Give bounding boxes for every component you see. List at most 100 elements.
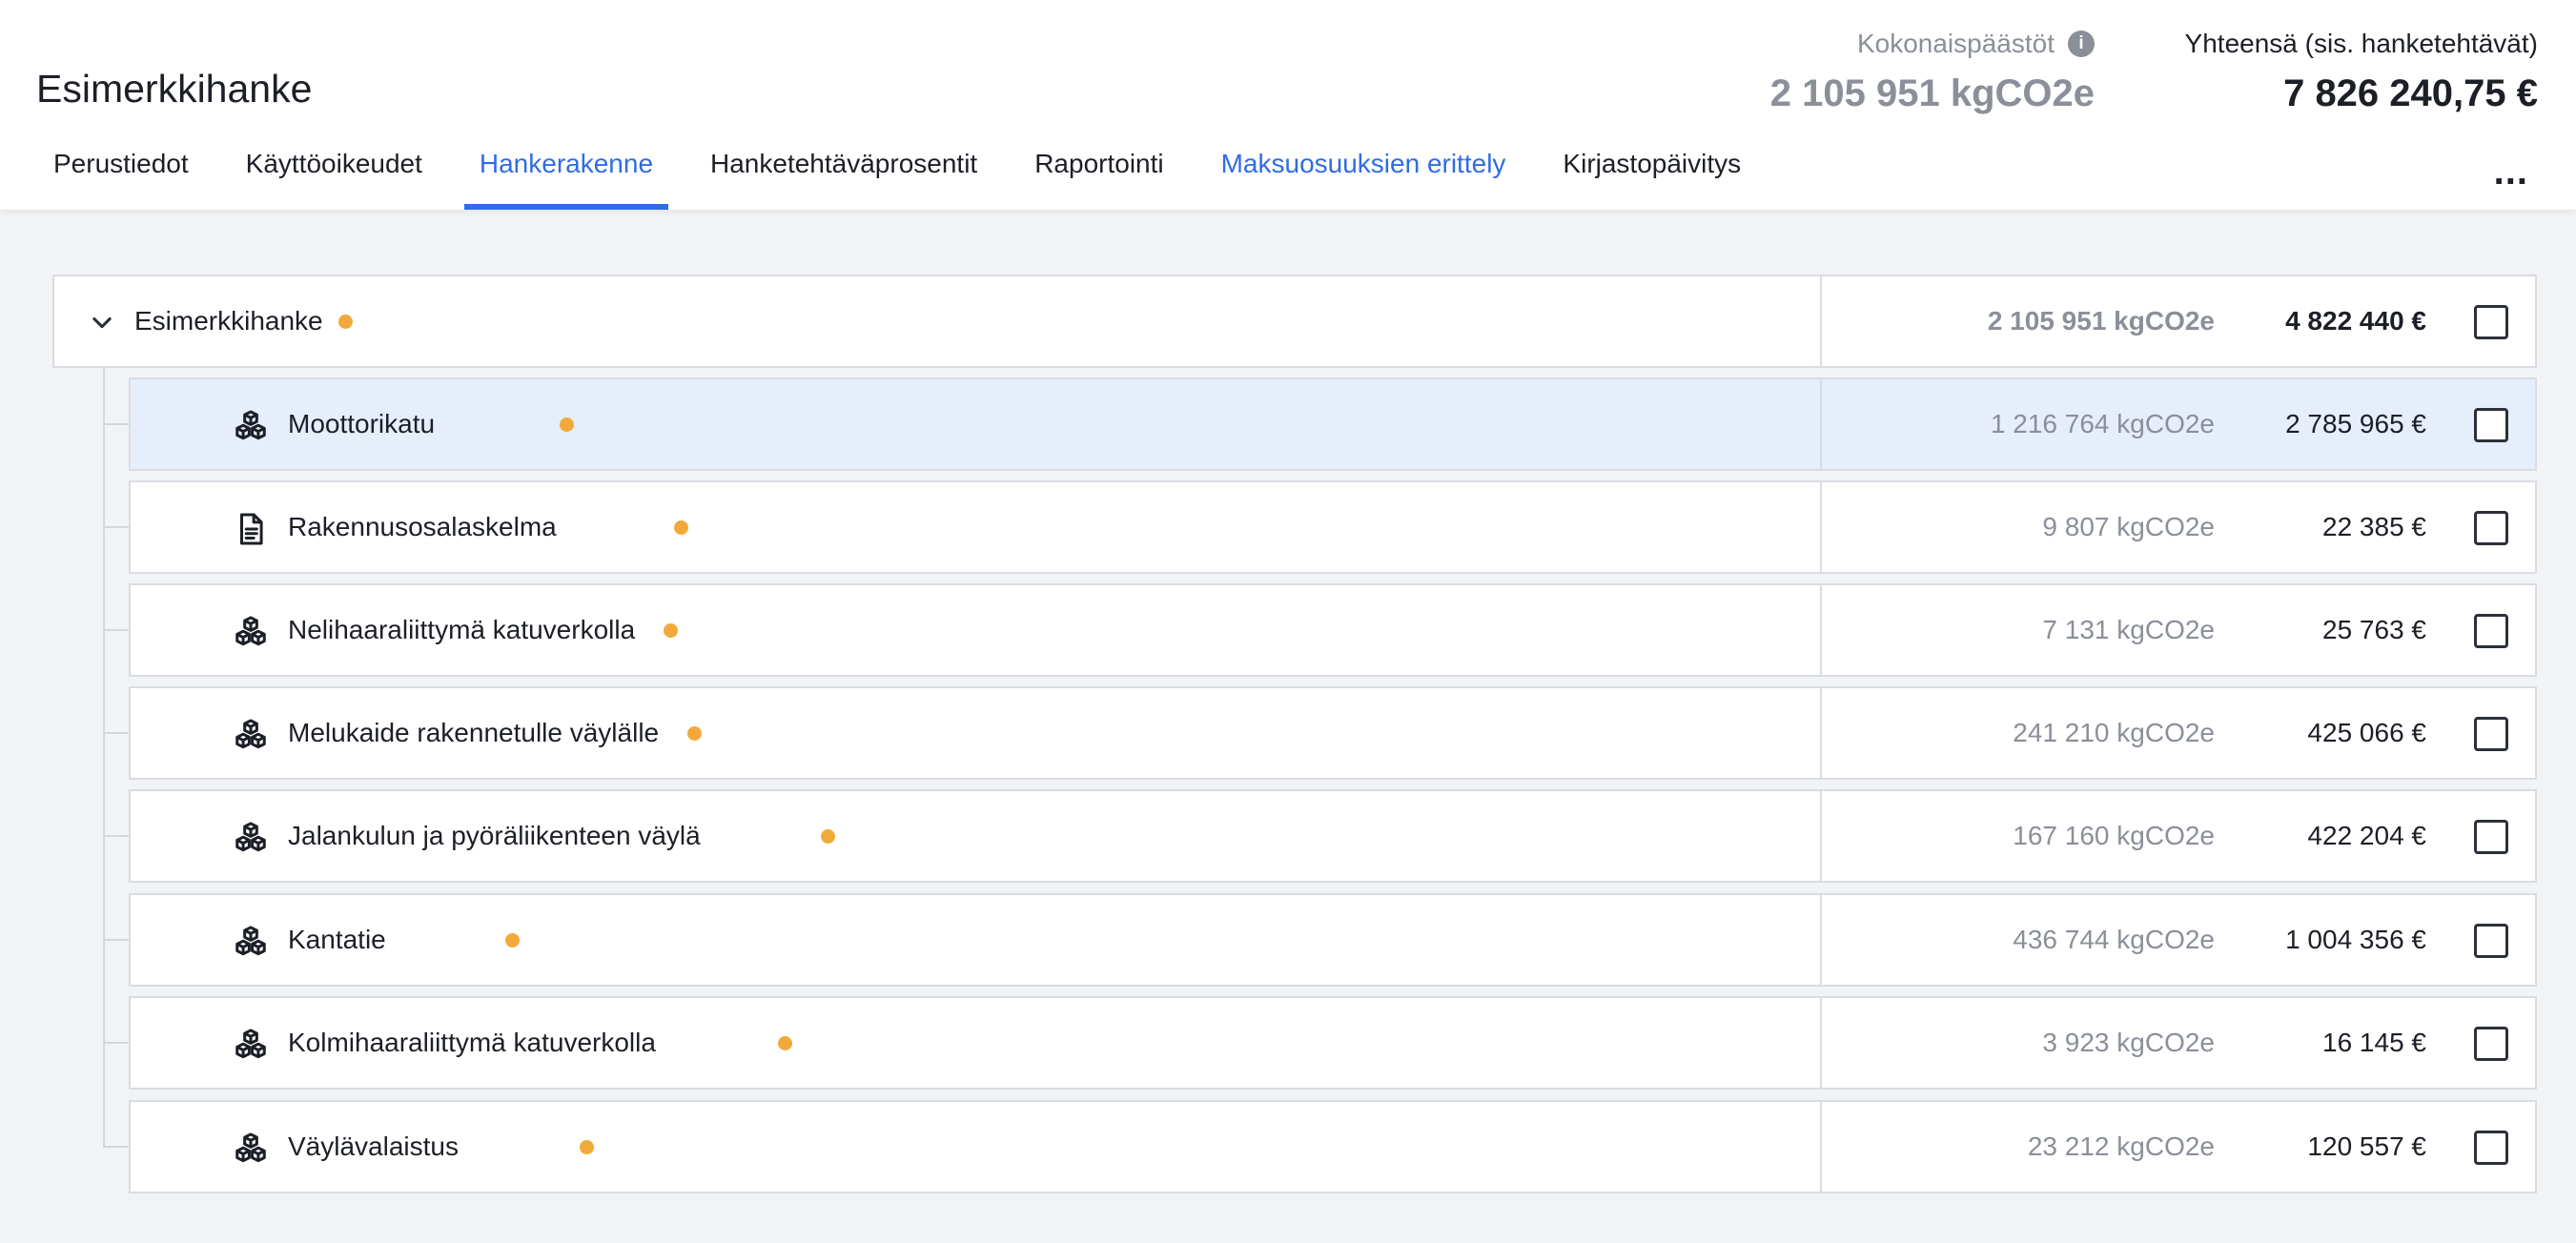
info-icon[interactable]: i xyxy=(2068,31,2095,57)
cubes-icon xyxy=(235,926,266,956)
tree-item-name-wrap: Nelihaaraliittymä katuverkolla xyxy=(288,615,679,645)
tree-item-nelihaaraliittyma[interactable]: Nelihaaraliittymä katuverkolla 7 131 kgC… xyxy=(129,583,2537,677)
tree-root-row[interactable]: Esimerkkihanke 2 105 951 kgCO2e 4 822 44… xyxy=(52,275,2537,368)
row-checkbox[interactable] xyxy=(2474,305,2508,339)
status-dot xyxy=(687,725,703,741)
cubes-icon xyxy=(235,410,266,440)
tab-maksuosuuksien-erittely[interactable]: Maksuosuuksien erittely xyxy=(1206,133,1522,210)
tab-raportointi[interactable]: Raportointi xyxy=(1019,133,1178,210)
tree-item-vaylavalaistus[interactable]: Väylävalaistus 23 212 kgCO2e 120 557 € xyxy=(129,1100,2537,1193)
row-cost: 2 785 965 € xyxy=(2285,409,2426,438)
tree-item-name: Melukaide rakennetulle väylälle xyxy=(288,718,660,747)
tree-connector xyxy=(103,526,129,528)
cubes-icon xyxy=(235,822,266,852)
tree-item-name: Väylävalaistus xyxy=(288,1131,459,1161)
tree-item-name: Rakennusosalaskelma xyxy=(288,512,557,541)
tree-connector xyxy=(103,939,129,941)
more-options-button[interactable]: ... xyxy=(2494,153,2528,191)
page-title: Esimerkkihanke xyxy=(36,67,313,111)
tree-item-name: Nelihaaraliittymä katuverkolla xyxy=(288,615,636,644)
total-cost-label: Yhteensä (sis. hanketehtävät) xyxy=(2184,29,2538,58)
tree-item-moottorikatu[interactable]: Moottorikatu 1 216 764 kgCO2e 2 785 965 … xyxy=(129,377,2537,471)
tree-item-rakennusosalaskelma[interactable]: Rakennusosalaskelma 9 807 kgCO2e 22 385 … xyxy=(129,480,2537,574)
tree-root-name: Esimerkkihanke xyxy=(134,306,323,336)
total-emissions-summary: Kokonaispäästöt i 2 105 951 kgCO2e xyxy=(1770,29,2095,115)
tab-bar: Perustiedot Käyttöoikeudet Hankerakenne … xyxy=(38,133,1783,210)
row-emissions: 7 131 kgCO2e xyxy=(2042,615,2215,644)
row-cost: 1 004 356 € xyxy=(2285,925,2426,954)
row-emissions: 3 923 kgCO2e xyxy=(2042,1028,2215,1057)
tree-item-kolmihaaraliittyma[interactable]: Kolmihaaraliittymä katuverkolla 3 923 kg… xyxy=(129,996,2537,1090)
column-divider xyxy=(1820,482,1822,572)
row-checkbox[interactable] xyxy=(2474,1131,2508,1165)
status-dot xyxy=(560,417,575,432)
column-divider xyxy=(1820,998,1822,1088)
column-divider xyxy=(1820,688,1822,778)
column-divider xyxy=(1820,1102,1822,1192)
row-cost: 22 385 € xyxy=(2322,512,2426,541)
status-dot xyxy=(777,1035,792,1050)
row-emissions: 9 807 kgCO2e xyxy=(2042,512,2215,541)
cubes-icon xyxy=(235,1029,266,1059)
status-dot xyxy=(673,520,688,535)
tree-root-name-wrap: Esimerkkihanke xyxy=(134,306,353,336)
tree-item-name-wrap: Jalankulun ja pyöräliikenteen väylä xyxy=(288,821,835,851)
tree-item-name: Jalankulun ja pyöräliikenteen väylä xyxy=(288,821,701,850)
tree-connector xyxy=(103,423,129,425)
cubes-icon xyxy=(235,719,266,749)
tree-item-name-wrap: Moottorikatu xyxy=(288,409,575,439)
row-emissions: 23 212 kgCO2e xyxy=(2027,1131,2215,1161)
tree-item-name: Moottorikatu xyxy=(288,409,436,438)
tab-hanketehtavaprosentit[interactable]: Hanketehtäväprosentit xyxy=(695,133,992,210)
tree-connector xyxy=(103,629,129,631)
tree-connector xyxy=(103,1042,129,1044)
column-divider xyxy=(1820,791,1822,881)
tab-hankerakenne[interactable]: Hankerakenne xyxy=(463,133,669,210)
status-dot xyxy=(664,622,679,638)
row-checkbox[interactable] xyxy=(2474,820,2508,854)
project-header: Esimerkkihanke Kokonaispäästöt i 2 105 9… xyxy=(0,0,2576,210)
row-emissions: 436 744 kgCO2e xyxy=(2013,925,2215,954)
status-dot xyxy=(337,314,353,329)
tree-item-name: Kolmihaaraliittymä katuverkolla xyxy=(288,1028,656,1057)
row-checkbox[interactable] xyxy=(2474,614,2508,648)
document-icon xyxy=(239,513,263,545)
tree-item-name-wrap: Rakennusosalaskelma xyxy=(288,512,688,542)
cubes-icon xyxy=(235,616,266,646)
total-emissions-label: Kokonaispäästöt xyxy=(1856,29,2055,58)
total-cost-value: 7 826 240,75 € xyxy=(2283,72,2538,114)
row-cost: 422 204 € xyxy=(2307,821,2426,850)
row-checkbox[interactable] xyxy=(2474,717,2508,751)
tree-connector xyxy=(103,835,129,837)
row-checkbox[interactable] xyxy=(2474,1027,2508,1061)
tree-item-jalankulku[interactable]: Jalankulun ja pyöräliikenteen väylä 167 … xyxy=(129,789,2537,883)
tree-connector xyxy=(103,732,129,734)
tab-kayttooikeudet[interactable]: Käyttöoikeudet xyxy=(231,133,438,210)
row-cost: 4 822 440 € xyxy=(2285,306,2426,336)
row-checkbox[interactable] xyxy=(2474,924,2508,958)
tree-item-name: Kantatie xyxy=(288,925,386,954)
row-checkbox[interactable] xyxy=(2474,408,2508,442)
chevron-down-icon[interactable] xyxy=(89,309,115,336)
status-dot xyxy=(820,828,835,844)
tab-perustiedot[interactable]: Perustiedot xyxy=(38,133,204,210)
tree-connector xyxy=(103,1146,129,1148)
tree-item-kantatie[interactable]: Kantatie 436 744 kgCO2e 1 004 356 € xyxy=(129,893,2537,987)
status-dot xyxy=(579,1139,594,1154)
total-emissions-label-row: Kokonaispäästöt i xyxy=(1770,29,2095,59)
status-dot xyxy=(504,932,520,948)
row-checkbox[interactable] xyxy=(2474,511,2508,545)
row-cost: 16 145 € xyxy=(2322,1028,2426,1057)
row-emissions: 241 210 kgCO2e xyxy=(2013,718,2215,747)
column-divider xyxy=(1820,379,1822,469)
tree-item-name-wrap: Kolmihaaraliittymä katuverkolla xyxy=(288,1028,792,1058)
tab-kirjastopaivitys[interactable]: Kirjastopäivitys xyxy=(1547,133,1756,210)
total-cost-summary: Yhteensä (sis. hanketehtävät) 7 826 240,… xyxy=(2185,29,2538,115)
total-emissions-value: 2 105 951 kgCO2e xyxy=(1769,72,2095,114)
cubes-icon xyxy=(235,1132,266,1163)
tree-item-name-wrap: Väylävalaistus xyxy=(288,1131,594,1162)
tree-item-melukaide[interactable]: Melukaide rakennetulle väylälle 241 210 … xyxy=(129,686,2537,780)
row-cost: 120 557 € xyxy=(2307,1131,2426,1161)
column-divider xyxy=(1820,276,1822,366)
tree-item-name-wrap: Melukaide rakennetulle väylälle xyxy=(288,718,703,748)
